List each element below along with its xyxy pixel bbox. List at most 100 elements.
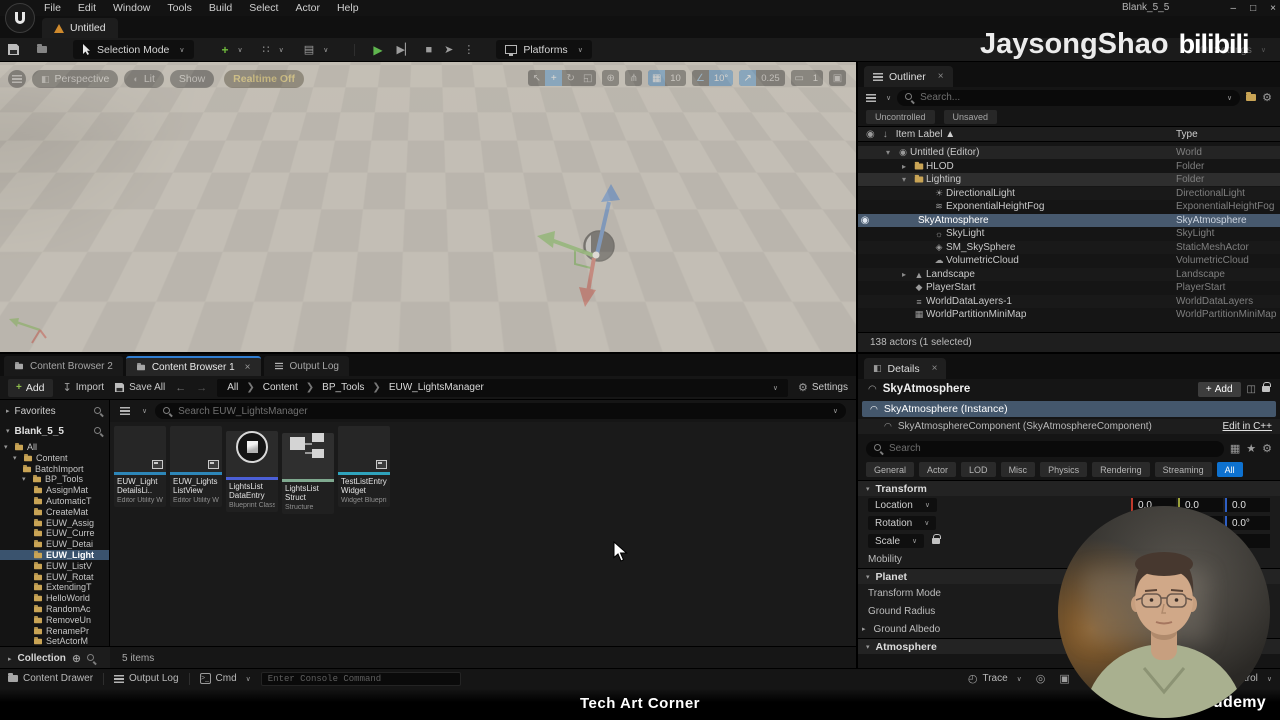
import-button[interactable]: ↧ Import: [63, 381, 105, 394]
world-local-toggle-icon[interactable]: ⊕: [602, 70, 619, 86]
favorites-section[interactable]: ▸ Favorites: [0, 400, 110, 422]
collection-section[interactable]: ▸ Collection ⊕: [0, 646, 110, 670]
chip-actor[interactable]: Actor: [919, 462, 957, 477]
menu-file[interactable]: File: [44, 2, 61, 14]
cmd-dropdown[interactable]: >_ Cmd ∨: [199, 673, 251, 684]
outliner-row[interactable]: ▾ ◉ Untitled (Editor) World: [858, 146, 1280, 159]
tree-item[interactable]: EUW_Rotat: [0, 572, 109, 582]
tab-content-browser-2[interactable]: Content Browser 2: [4, 356, 123, 376]
close-icon[interactable]: ×: [245, 362, 251, 373]
tree-item[interactable]: ▾ BP_Tools: [0, 474, 109, 484]
outliner-row[interactable]: ▸ HLOD Folder: [858, 160, 1280, 173]
camera-speed-icon[interactable]: ▭: [791, 70, 808, 86]
cinematics-button[interactable]: ▤ ∨: [296, 38, 337, 62]
scale-snap-value[interactable]: 0.25: [756, 70, 785, 86]
breadcrumb-all[interactable]: All: [227, 382, 238, 393]
tree-item[interactable]: ExtendingT: [0, 582, 109, 592]
outliner-row[interactable]: ◆ PlayerStart PlayerStart: [858, 281, 1280, 294]
visibility-column-icon[interactable]: ◉: [866, 129, 875, 140]
content-drawer-button[interactable]: Content Drawer: [8, 673, 93, 684]
tab-output-log[interactable]: Output Log: [263, 356, 349, 376]
breadcrumb-content[interactable]: Content: [263, 382, 298, 393]
tab-content-browser-1[interactable]: Content Browser 1 ×: [125, 356, 261, 376]
tab-details[interactable]: ◧ Details ×: [864, 358, 947, 379]
tree-item[interactable]: AutomaticT: [0, 496, 109, 506]
trace-dropdown[interactable]: ◴ Trace ∨: [968, 672, 1022, 685]
menu-actor[interactable]: Actor: [295, 2, 320, 14]
play-options-icon[interactable]: ⋮: [463, 43, 474, 56]
grid-snap-value[interactable]: 10: [665, 70, 686, 86]
outliner-row[interactable]: ▾ Lighting Folder: [858, 173, 1280, 186]
select-tool-icon[interactable]: ↖: [528, 70, 545, 86]
edit-in-cpp-link[interactable]: Edit in C++: [1223, 421, 1272, 432]
tree-item[interactable]: CreateMat: [0, 507, 109, 517]
search-icon[interactable]: [94, 406, 103, 416]
add-component-button[interactable]: + Add: [1197, 381, 1241, 397]
tree-item[interactable]: EUW_Assig: [0, 518, 109, 528]
close-button[interactable]: ×: [1270, 3, 1276, 14]
scale-snap-icon[interactable]: ↗: [739, 70, 757, 86]
rotate-tool-icon[interactable]: ↻: [562, 70, 579, 86]
viewport[interactable]: ◧ Perspective ◐ Lit Show Realtime Off ↖ …: [0, 62, 856, 352]
menu-help[interactable]: Help: [337, 2, 359, 14]
menu-build[interactable]: Build: [209, 2, 232, 14]
asset-tile[interactable]: LightsList Struct Structure: [282, 426, 334, 514]
console-command-input[interactable]: Enter Console Command: [260, 671, 461, 686]
column-item-label[interactable]: Item Label ▲: [896, 129, 955, 140]
outliner-row[interactable]: ◈ SM_SkySphere StaticMeshActor: [858, 241, 1280, 254]
outliner-settings-icon[interactable]: ⚙: [1262, 91, 1272, 104]
tree-item[interactable]: HelloWorld: [0, 593, 109, 603]
camera-speed-value[interactable]: 1: [808, 70, 823, 86]
show-dropdown[interactable]: Show: [169, 70, 215, 88]
outliner-search-input[interactable]: Search... ∨: [897, 89, 1241, 106]
tab-untitled-level[interactable]: Untitled: [42, 18, 118, 38]
outliner-row[interactable]: ≋ ExponentialHeightFog ExponentialHeightF…: [858, 200, 1280, 213]
tree-item[interactable]: SetActorM: [0, 636, 109, 646]
menu-select[interactable]: Select: [249, 2, 278, 14]
move-tool-icon[interactable]: +: [545, 70, 563, 86]
lit-dropdown[interactable]: ◐ Lit: [124, 70, 164, 88]
perspective-dropdown[interactable]: ◧ Perspective: [32, 70, 119, 88]
new-folder-icon[interactable]: [1246, 92, 1257, 101]
rotation-snap-icon[interactable]: ∠: [692, 70, 709, 86]
cb-settings-dropdown[interactable]: ⚙ Settings: [798, 381, 848, 394]
grid-view-icon[interactable]: ▦: [1230, 442, 1240, 455]
snapshot-icon[interactable]: ◎: [1036, 672, 1046, 685]
tree-item[interactable]: EUW_ListV: [0, 561, 109, 571]
filter-icon[interactable]: [120, 407, 130, 415]
tree-item[interactable]: ▾ All: [0, 442, 109, 452]
tree-item[interactable]: ▾ Content: [0, 453, 109, 463]
instance-row[interactable]: ◠ SkyAtmosphere (Instance): [862, 401, 1276, 417]
rotation-dropdown[interactable]: Rotation ∨: [868, 516, 937, 530]
tree-item[interactable]: RemoveUn: [0, 615, 109, 625]
tab-outliner[interactable]: Outliner ×: [864, 66, 953, 87]
scale-tool-icon[interactable]: ◱: [579, 70, 596, 86]
tree-item[interactable]: EUW_Detai: [0, 539, 109, 549]
search-icon[interactable]: [87, 654, 96, 663]
save-all-button[interactable]: Save All: [114, 382, 165, 393]
lock-icon[interactable]: [1262, 382, 1271, 392]
unreal-logo-icon[interactable]: [5, 3, 35, 33]
chip-streaming[interactable]: Streaming: [1154, 462, 1212, 477]
scale-lock-icon[interactable]: [932, 534, 942, 544]
component-view-icon[interactable]: ◫: [1247, 384, 1256, 395]
selection-mode-dropdown[interactable]: Selection Mode ∨: [73, 40, 194, 59]
asset-tile[interactable]: TestListEntry WidgetWidget Blueprint: [338, 426, 390, 507]
outliner-row[interactable]: ≡ WorldDataLayers-1 WorldDataLayers: [858, 295, 1280, 308]
rotation-snap-value[interactable]: 10°: [708, 70, 734, 86]
close-icon[interactable]: ×: [938, 71, 944, 82]
outliner-row[interactable]: ☼ SkyLight SkyLight: [858, 227, 1280, 240]
save-icon[interactable]: [8, 44, 19, 55]
restore-button[interactable]: □: [1250, 3, 1256, 14]
outliner-row[interactable]: ☀ DirectionalLight DirectionalLight: [858, 187, 1280, 200]
component-row[interactable]: ◠ SkyAtmosphereComponent (SkyAtmosphereC…: [858, 419, 1280, 434]
tree-item[interactable]: RenamePr: [0, 626, 109, 636]
tree-item[interactable]: EUW_Curre: [0, 528, 109, 538]
add-button[interactable]: + Add: [8, 378, 53, 397]
chip-lod[interactable]: LOD: [961, 462, 996, 477]
breadcrumb-bp-tools[interactable]: BP_Tools: [322, 382, 364, 393]
chip-rendering[interactable]: Rendering: [1092, 462, 1150, 477]
location-dropdown[interactable]: Location ∨: [868, 498, 937, 512]
pin-column-icon[interactable]: ↓: [883, 129, 888, 140]
menu-tools[interactable]: Tools: [167, 2, 192, 14]
